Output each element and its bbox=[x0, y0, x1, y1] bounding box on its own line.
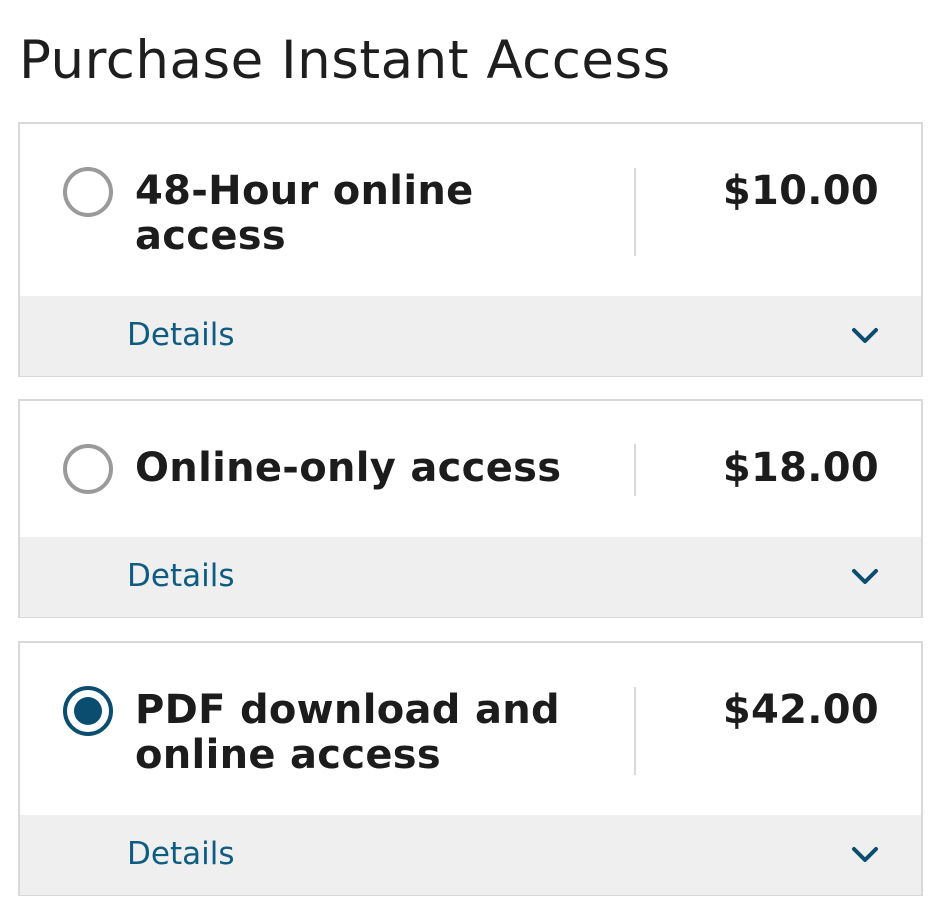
option-price: $18.00 bbox=[722, 445, 879, 491]
option-label: PDF download and online access bbox=[135, 687, 560, 778]
option-header[interactable]: Online-only access $18.00 bbox=[20, 401, 921, 537]
details-toggle[interactable]: Details bbox=[20, 296, 921, 376]
details-toggle[interactable]: Details bbox=[20, 815, 921, 895]
option-card-48-hour[interactable]: 48-Hour online access $10.00 Details bbox=[18, 122, 923, 377]
radio-button-online-only[interactable] bbox=[63, 444, 113, 494]
radio-button-48-hour[interactable] bbox=[63, 167, 113, 217]
option-price: $42.00 bbox=[722, 687, 879, 733]
option-label: Online-only access bbox=[135, 445, 562, 491]
purchase-access-page: Purchase Instant Access 48-Hour online a… bbox=[0, 0, 951, 906]
radio-dot bbox=[74, 697, 102, 725]
radio-button-pdf-download[interactable] bbox=[63, 686, 113, 736]
option-label: 48-Hour online access bbox=[135, 168, 474, 259]
details-link[interactable]: Details bbox=[127, 317, 234, 353]
divider bbox=[634, 687, 636, 775]
chevron-down-icon[interactable] bbox=[851, 845, 879, 865]
details-link[interactable]: Details bbox=[127, 558, 234, 594]
details-link[interactable]: Details bbox=[127, 836, 234, 872]
details-toggle[interactable]: Details bbox=[20, 537, 921, 617]
option-header[interactable]: PDF download and online access $42.00 bbox=[20, 643, 921, 815]
option-price: $10.00 bbox=[722, 168, 879, 214]
option-card-online-only[interactable]: Online-only access $18.00 Details bbox=[18, 399, 923, 618]
chevron-down-icon[interactable] bbox=[851, 567, 879, 587]
option-header[interactable]: 48-Hour online access $10.00 bbox=[20, 124, 921, 296]
divider bbox=[634, 168, 636, 256]
option-card-pdf-download[interactable]: PDF download and online access $42.00 De… bbox=[18, 641, 923, 896]
divider bbox=[634, 444, 636, 496]
chevron-down-icon[interactable] bbox=[851, 326, 879, 346]
page-title: Purchase Instant Access bbox=[19, 30, 671, 91]
